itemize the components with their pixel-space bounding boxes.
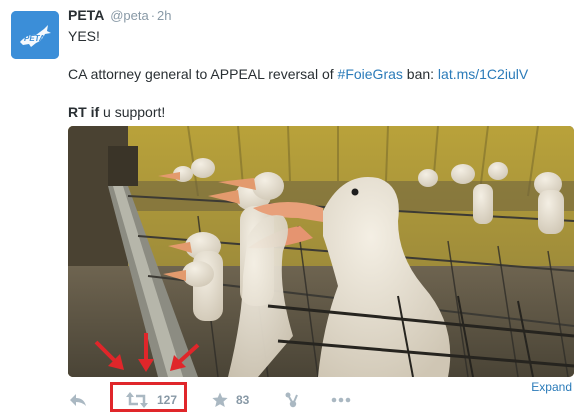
if-bold-text: if: [90, 104, 100, 120]
tweet-text: YES! CA attorney general to APPEAL rever…: [68, 27, 576, 122]
tweet-photo[interactable]: [68, 126, 574, 377]
tweet-line-3: RT if u support!: [68, 103, 576, 122]
tweet-line-3-rest: u support!: [99, 104, 166, 120]
retweet-count: 127: [157, 393, 178, 407]
hashtag-link[interactable]: #FoieGras: [338, 66, 403, 82]
reply-icon: [70, 394, 86, 406]
expand-link[interactable]: Expand: [531, 380, 572, 394]
more-dots-icon: [331, 397, 351, 403]
author-name[interactable]: PETA: [68, 7, 104, 23]
tweet: PETA @peta · 2h YES! CA attorney general t…: [68, 6, 576, 122]
tweet-header: PETA @peta · 2h: [68, 6, 576, 24]
star-icon: [212, 392, 228, 407]
share-icon: [285, 392, 298, 408]
avatar[interactable]: PETA: [11, 11, 59, 59]
tweet-line-1: YES!: [68, 28, 100, 44]
avatar-logo-text: PETA: [24, 34, 45, 43]
header-separator: ·: [150, 8, 156, 23]
retweet-button[interactable]: 127: [126, 386, 177, 414]
ducks-photo-image: [68, 126, 574, 377]
favorite-button[interactable]: 83: [212, 386, 249, 414]
retweet-icon: [126, 392, 148, 408]
share-button[interactable]: [284, 386, 300, 414]
author-handle[interactable]: @peta: [110, 8, 149, 23]
tweet-line-2-mid: ban:: [402, 66, 438, 82]
tweet-line-2: CA attorney general to APPEAL reversal o…: [68, 65, 576, 84]
favorite-count: 83: [236, 393, 250, 407]
tweet-line-2-text: CA attorney general to APPEAL reversal o…: [68, 66, 338, 82]
more-button[interactable]: [331, 386, 351, 414]
tweet-timestamp[interactable]: 2h: [157, 8, 171, 23]
reply-button[interactable]: [68, 386, 88, 414]
rt-bold-text: RT: [68, 104, 87, 120]
url-link[interactable]: lat.ms/1C2iulV: [438, 66, 528, 82]
peta-logo-icon: PETA: [11, 11, 59, 59]
tweet-actions: 127 83 Expand: [68, 380, 576, 414]
